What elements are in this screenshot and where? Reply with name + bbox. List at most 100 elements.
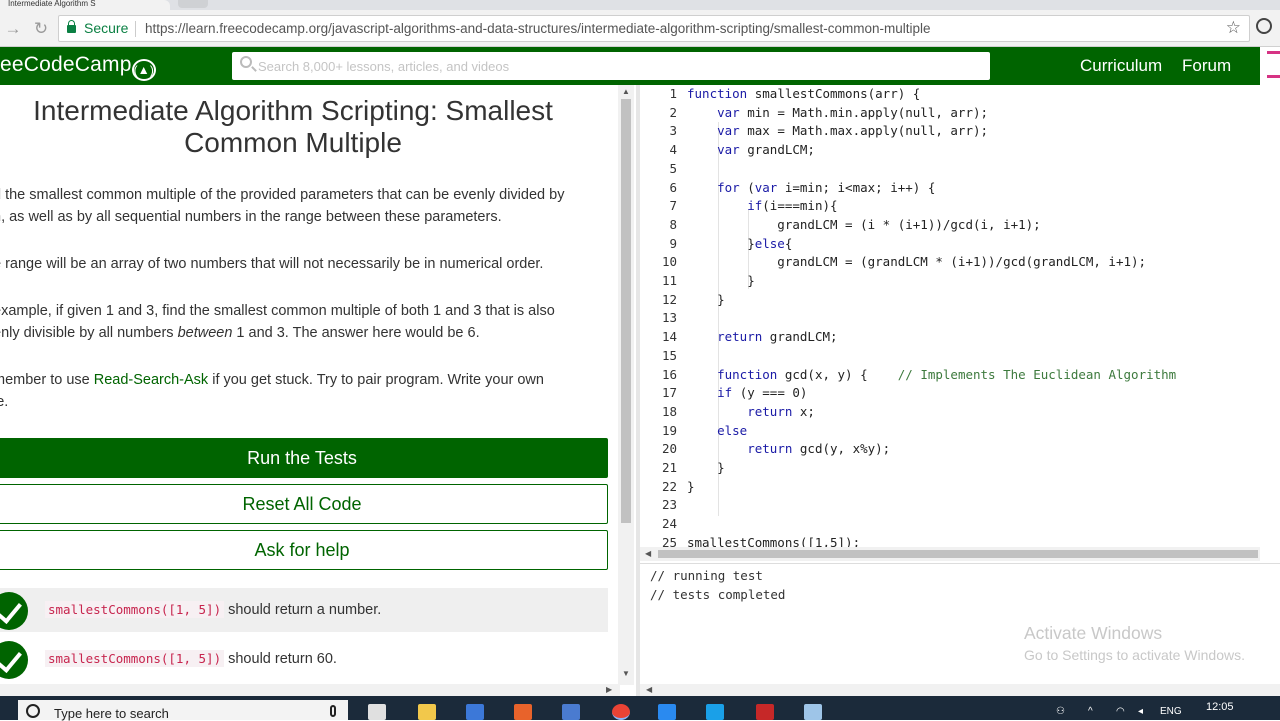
- code-line[interactable]: 3 var max = Math.max.apply(null, arr);: [640, 122, 1260, 141]
- taskbar-search[interactable]: Type here to search: [18, 700, 348, 721]
- description-horizontal-scrollbar[interactable]: ▶: [0, 684, 620, 696]
- code-text[interactable]: if (y === 0): [687, 384, 807, 403]
- code-text[interactable]: function smallestCommons(arr) {: [687, 85, 920, 104]
- code-line[interactable]: 4 var grandLCM;: [640, 141, 1260, 160]
- nav-forum-link[interactable]: Forum: [1182, 56, 1231, 76]
- code-text[interactable]: }: [687, 291, 725, 310]
- code-text[interactable]: grandLCM = (i * (i+1))/gcd(i, i+1);: [687, 216, 1040, 235]
- read-search-ask-link[interactable]: Read-Search-Ask: [94, 372, 208, 388]
- editor-horizontal-scrollbar[interactable]: ◀: [640, 547, 1260, 561]
- run-tests-button[interactable]: Run the Tests: [0, 438, 608, 478]
- code-editor[interactable]: 1 function smallestCommons(arr) {2 var mi…: [640, 85, 1260, 547]
- code-text[interactable]: grandLCM = (grandLCM * (i+1))/gcd(grandL…: [687, 253, 1146, 272]
- code-text[interactable]: }: [687, 478, 695, 497]
- fcc-logo[interactable]: eeCodeCamp (▲): [0, 53, 156, 81]
- new-tab-button[interactable]: [178, 0, 208, 8]
- code-text[interactable]: smallestCommons([1,5]);: [687, 534, 860, 547]
- code-line[interactable]: 12 }: [640, 291, 1260, 310]
- code-line[interactable]: 14 return grandLCM;: [640, 328, 1260, 347]
- taskbar-app-icon[interactable]: [562, 704, 580, 720]
- taskbar-app-icon[interactable]: [418, 704, 436, 720]
- scroll-down-arrow-icon[interactable]: ▼: [622, 669, 630, 678]
- scrollbar-thumb[interactable]: [658, 550, 1258, 558]
- language-indicator[interactable]: ENG: [1160, 706, 1182, 717]
- browser-tab[interactable]: Intermediate Algorithm S: [0, 0, 170, 10]
- taskbar-app-icon[interactable]: [658, 704, 676, 720]
- scrollbar-thumb[interactable]: [621, 99, 631, 523]
- code-line[interactable]: 19 else: [640, 422, 1260, 441]
- microphone-icon[interactable]: [330, 705, 336, 717]
- code-text[interactable]: for (var i=min; i<max; i++) {: [687, 179, 935, 198]
- code-text[interactable]: function gcd(x, y) { // Implements The E…: [687, 366, 1176, 385]
- line-number: 5: [669, 160, 677, 176]
- code-line[interactable]: 15: [640, 347, 1260, 366]
- code-text[interactable]: return grandLCM;: [687, 328, 837, 347]
- code-line[interactable]: 7 if(i===min){: [640, 197, 1260, 216]
- network-icon[interactable]: ◠: [1116, 706, 1125, 717]
- code-line[interactable]: 5: [640, 160, 1260, 179]
- code-text[interactable]: var grandLCM;: [687, 141, 815, 160]
- people-icon[interactable]: ⚇: [1056, 706, 1065, 717]
- code-text[interactable]: }else{: [687, 235, 792, 254]
- instructions-line: enly divisible by all numbers between 1 …: [0, 322, 613, 344]
- code-text[interactable]: }: [687, 459, 725, 478]
- address-bar[interactable]: Secure https://learn.freecodecamp.org/ja…: [58, 15, 1250, 42]
- code-line[interactable]: 2 var min = Math.min.apply(null, arr);: [640, 104, 1260, 123]
- line-number: 1: [669, 86, 677, 101]
- code-line[interactable]: 1 function smallestCommons(arr) {: [640, 85, 1260, 104]
- ask-for-help-button[interactable]: Ask for help: [0, 530, 608, 570]
- taskbar-app-icon[interactable]: [706, 704, 724, 720]
- search-input[interactable]: [258, 57, 958, 75]
- code-line[interactable]: 11 }: [640, 272, 1260, 291]
- taskbar-app-icon[interactable]: [756, 704, 774, 720]
- code-line[interactable]: 20 return gcd(y, x%y);: [640, 440, 1260, 459]
- console-horizontal-scrollbar[interactable]: ◀: [640, 684, 1280, 696]
- taskbar-app-icon[interactable]: [804, 704, 822, 720]
- search-box[interactable]: [232, 52, 990, 80]
- code-line[interactable]: 13: [640, 309, 1260, 328]
- code-line[interactable]: 18 return x;: [640, 403, 1260, 422]
- scroll-right-arrow-icon[interactable]: ▶: [606, 685, 612, 694]
- line-number: 14: [661, 329, 677, 345]
- scroll-left-arrow-icon[interactable]: ◀: [645, 549, 651, 558]
- code-text[interactable]: if(i===min){: [687, 197, 837, 216]
- taskbar-app-icon[interactable]: [612, 704, 630, 720]
- code-line[interactable]: 6 for (var i=min; i<max; i++) {: [640, 179, 1260, 198]
- taskbar-app-icon[interactable]: [368, 704, 386, 720]
- taskbar-app-icon[interactable]: [466, 704, 484, 720]
- taskbar-app-icon[interactable]: [514, 704, 532, 720]
- taskbar-clock[interactable]: 12:05: [1206, 701, 1234, 713]
- code-line[interactable]: 21 }: [640, 459, 1260, 478]
- code-line[interactable]: 24: [640, 515, 1260, 534]
- code-line[interactable]: 10 grandLCM = (grandLCM * (i+1))/gcd(gra…: [640, 253, 1260, 272]
- scroll-up-arrow-icon[interactable]: ▲: [622, 87, 630, 96]
- tray-arrow-icon[interactable]: ^: [1088, 706, 1093, 717]
- code-line[interactable]: 25 smallestCommons([1,5]);: [640, 534, 1260, 547]
- code-line[interactable]: 22}: [640, 478, 1260, 497]
- nav-curriculum-link[interactable]: Curriculum: [1080, 56, 1162, 76]
- bookmark-star-icon[interactable]: ☆: [1226, 18, 1241, 38]
- code-text[interactable]: return gcd(y, x%y);: [687, 440, 890, 459]
- reset-code-button[interactable]: Reset All Code: [0, 484, 608, 524]
- extension-icon[interactable]: [1256, 18, 1272, 34]
- code-line[interactable]: 17 if (y === 0): [640, 384, 1260, 403]
- line-number: 15: [661, 347, 677, 363]
- code-line[interactable]: 8 grandLCM = (i * (i+1))/gcd(i, i+1);: [640, 216, 1260, 235]
- code-line[interactable]: 9 }else{: [640, 235, 1260, 254]
- reload-button[interactable]: ↻: [30, 18, 52, 40]
- code-line[interactable]: 23: [640, 496, 1260, 515]
- forward-button[interactable]: →: [2, 18, 24, 40]
- code-text[interactable]: else: [687, 422, 747, 441]
- code-line[interactable]: 16 function gcd(x, y) { // Implements Th…: [640, 366, 1260, 385]
- volume-icon[interactable]: ◂: [1138, 706, 1143, 717]
- code-text[interactable]: return x;: [687, 403, 815, 422]
- code-text[interactable]: }: [687, 272, 755, 291]
- description-scrollbar[interactable]: ▲ ▼: [618, 85, 634, 685]
- scroll-left-arrow-icon[interactable]: ◀: [646, 685, 652, 694]
- instructions-paragraph-1: d the smallest common multiple of the pr…: [0, 184, 613, 228]
- code-text[interactable]: var min = Math.min.apply(null, arr);: [687, 104, 988, 123]
- menu-icon[interactable]: [1262, 47, 1280, 85]
- url-text[interactable]: https://learn.freecodecamp.org/javascrip…: [145, 21, 931, 36]
- code-text[interactable]: var max = Math.max.apply(null, arr);: [687, 122, 988, 141]
- secure-indicator[interactable]: Secure: [67, 20, 128, 36]
